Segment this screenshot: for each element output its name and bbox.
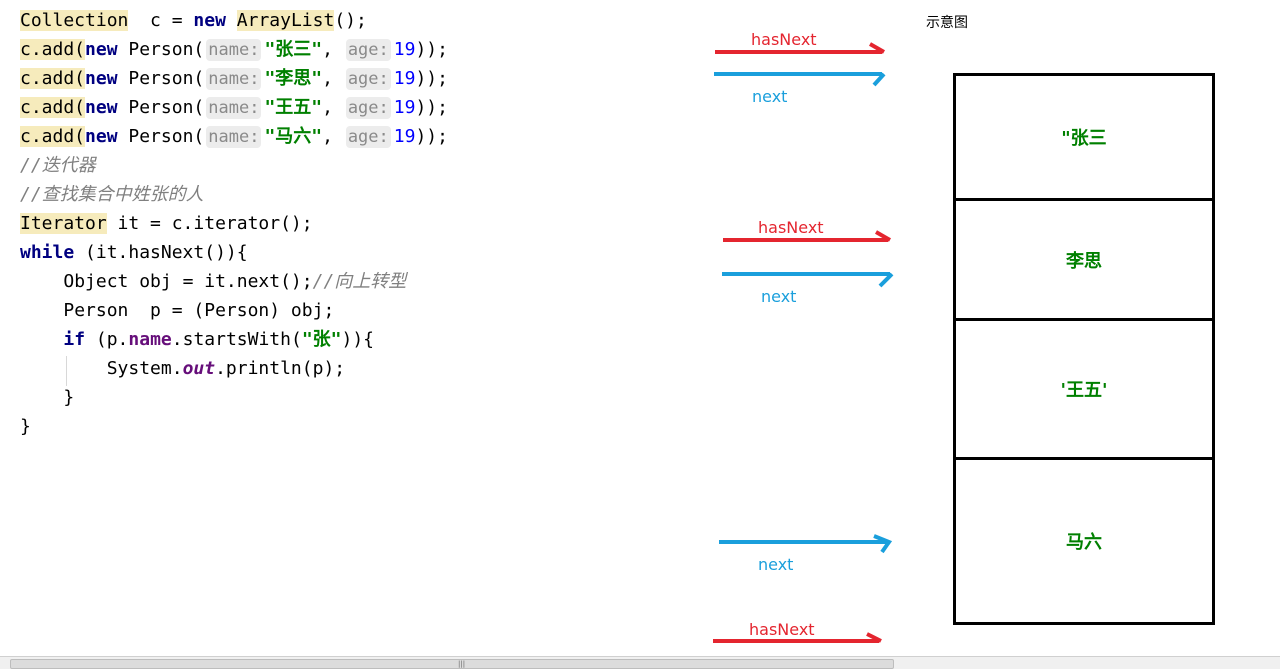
next-label: next [761,287,797,306]
has-next-label: hasNext [758,218,824,237]
code-line-add: c.add(new Person(name: "李思", age: 19)); [20,68,448,90]
code-line-close-while: } [20,416,31,437]
has-next-label: hasNext [749,620,815,639]
scrollbar-grip: ||| [458,660,466,668]
code-line-close-if: } [20,387,75,408]
collection-cell: "张三 [953,73,1215,201]
param-hint-name: name: [206,97,262,119]
next-arrow [714,72,886,87]
code-line-while: while (it.hasNext()){ [20,242,248,263]
diagram-title: 示意图 [926,15,968,31]
code-line-next: Object obj = it.next();//向上转型 [63,271,407,292]
code-line-add: c.add(new Person(name: "马六", age: 19)); [20,126,448,148]
collection-cell: 马六 [953,457,1215,625]
param-hint-age: age: [345,97,391,119]
collection-cell: 李思 [953,198,1215,321]
code-line-if: if (p.name.startsWith("张")){ [63,329,375,350]
next-arrow [719,534,893,554]
code-editor[interactable]: Collection c = new ArrayList(); c.add(ne… [20,6,448,441]
code-line-print: System.out.println(p); [106,358,346,379]
code-line-cast: Person p = (Person) obj; [63,300,335,321]
code-line-add: c.add(new Person(name: "王五", age: 19)); [20,97,448,119]
param-hint-age: age: [345,68,391,90]
param-hint-age: age: [345,39,391,61]
param-hint-name: name: [206,39,262,61]
next-arrow [722,272,894,288]
next-label: next [752,87,788,106]
code-line-collection: Collection c = new ArrayList(); [20,10,367,31]
code-comment: //查找集合中姓张的人 [20,184,204,205]
code-comment: //迭代器 [20,155,96,176]
has-next-label: hasNext [751,30,817,49]
code-line-iterator: Iterator it = c.iterator(); [20,213,313,234]
next-label: next [758,555,794,574]
code-line-add: c.add(new Person(name: "张三", age: 19)); [20,39,448,61]
horizontal-scrollbar[interactable]: ||| [0,656,1280,669]
param-hint-name: name: [206,126,262,148]
param-hint-name: name: [206,68,262,90]
param-hint-age: age: [345,126,391,148]
collection-diagram: "张三 李思 '王五' 马六 [953,73,1215,625]
collection-cell: '王五' [953,318,1215,460]
indent-guide [66,356,67,386]
